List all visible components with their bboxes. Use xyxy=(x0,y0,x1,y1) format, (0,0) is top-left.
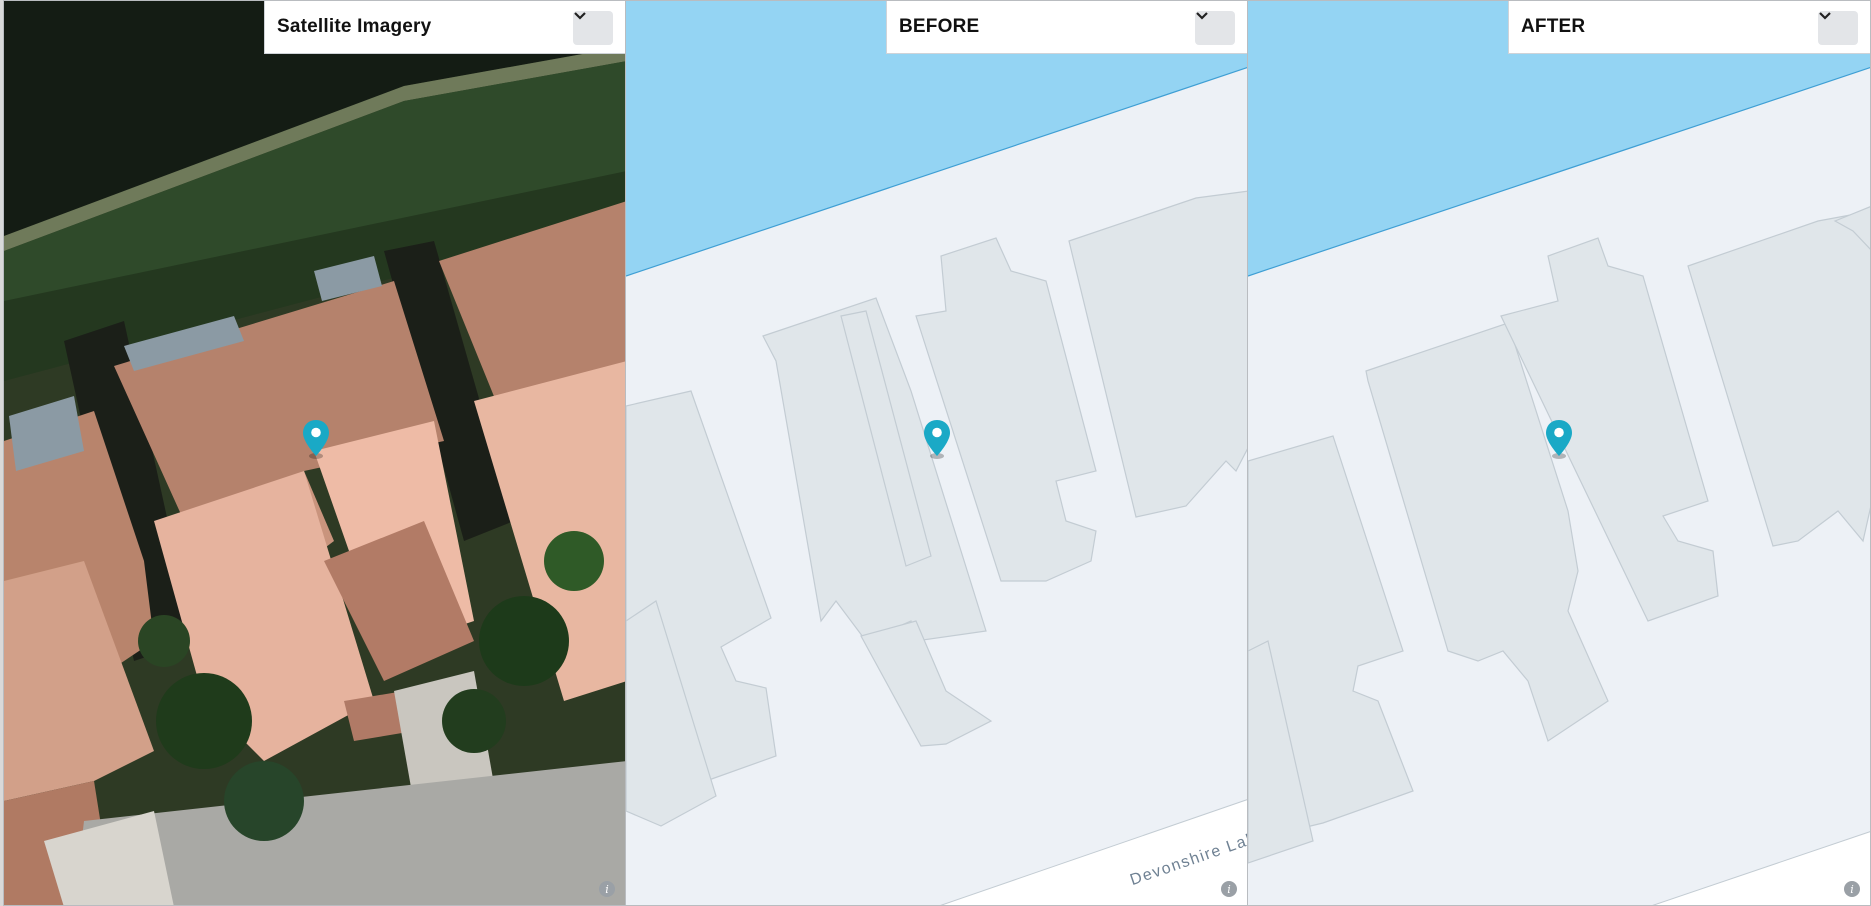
map-pin-icon[interactable] xyxy=(922,418,952,460)
after-map-panel[interactable]: AFTER i xyxy=(1247,0,1871,906)
layer-dropdown-button[interactable] xyxy=(1195,11,1235,45)
satellite-panel[interactable]: Satellite Imagery i xyxy=(3,0,626,906)
layer-dropdown-button[interactable] xyxy=(573,11,613,45)
chevron-down-icon xyxy=(1196,12,1208,20)
info-icon[interactable]: i xyxy=(1221,881,1237,897)
selected-layer-label: BEFORE xyxy=(899,16,980,37)
map-pin-icon[interactable] xyxy=(301,418,331,460)
chevron-down-icon xyxy=(1819,12,1831,20)
map-pin-icon[interactable] xyxy=(1544,418,1574,460)
selected-layer-label: Satellite Imagery xyxy=(277,16,432,37)
selected-layer-label: AFTER xyxy=(1521,16,1586,37)
layer-selector[interactable]: AFTER xyxy=(1508,1,1870,54)
info-icon[interactable]: i xyxy=(599,881,615,897)
layer-dropdown-button[interactable] xyxy=(1818,11,1858,45)
map-comparison: Satellite Imagery i Devonshire Lake BEFO… xyxy=(0,0,1871,906)
layer-selector[interactable]: BEFORE xyxy=(886,1,1247,54)
before-map-panel[interactable]: Devonshire Lake BEFORE i xyxy=(625,0,1248,906)
layer-selector[interactable]: Satellite Imagery xyxy=(264,1,625,54)
info-icon[interactable]: i xyxy=(1844,881,1860,897)
chevron-down-icon xyxy=(574,12,586,20)
